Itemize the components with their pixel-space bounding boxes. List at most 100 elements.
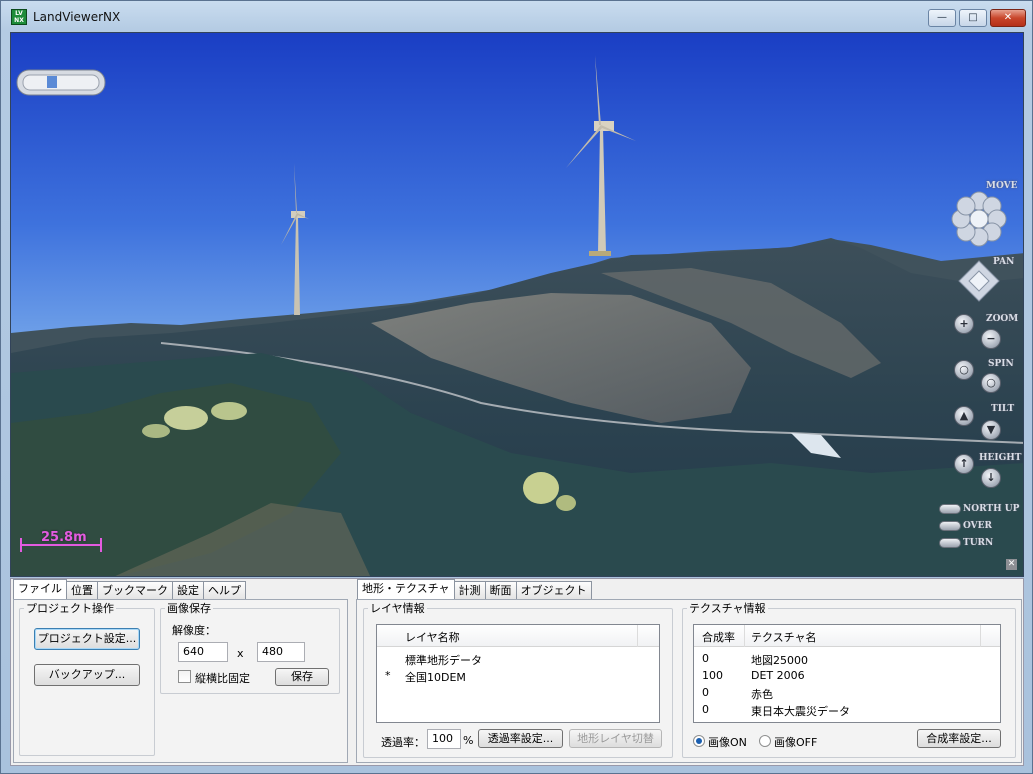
tab-bookmark[interactable]: ブックマーク (97, 581, 173, 599)
compass-icon (16, 69, 106, 96)
right-tab-bar: 地形・テクスチャ 計測 断面 オブジェクト (357, 579, 592, 599)
texture-row[interactable]: 0 赤色 (694, 684, 1000, 701)
texture-name: 地図25000 (751, 654, 808, 667)
tilt-down-button[interactable]: ▼ (981, 420, 1001, 440)
column-separator (980, 625, 981, 647)
over-button[interactable] (939, 521, 961, 531)
tab-help[interactable]: ヘルプ (203, 581, 246, 599)
texture-row[interactable]: 100 DET 2006 (694, 667, 1000, 684)
texture-rate: 0 (702, 686, 709, 699)
app-logo-icon: LV NX (11, 9, 27, 25)
tab-settings[interactable]: 設定 (172, 581, 204, 599)
tilt-up-button[interactable]: ▲ (954, 406, 974, 426)
layer-name-column[interactable]: レイヤ名称 (405, 629, 460, 645)
tab-terrain-texture[interactable]: 地形・テクスチャ (357, 579, 455, 599)
tree-patch (523, 472, 559, 504)
column-separator (744, 625, 745, 647)
image-on-radio[interactable] (693, 735, 705, 747)
scale-label: 25.8m (41, 530, 87, 545)
spin-left-button[interactable]: ○ (954, 360, 974, 380)
terrain-scene (11, 33, 1023, 576)
texture-rate: 0 (702, 703, 709, 716)
backup-button[interactable]: バックアップ... (34, 664, 140, 686)
turn-label: TURN (963, 538, 994, 548)
tab-object[interactable]: オブジェクト (515, 581, 592, 599)
zoom-in-button[interactable]: + (954, 314, 974, 334)
north-up-button[interactable] (939, 504, 961, 514)
tree-patch (211, 402, 247, 420)
layer-name: 全国10DEM (405, 671, 466, 684)
maximize-button[interactable]: □ (959, 9, 987, 27)
tab-position[interactable]: 位置 (66, 581, 98, 599)
texture-list[interactable]: 合成率 テクスチャ名 0 地図25000 100 DET 2006 0 赤色 0… (693, 624, 1001, 723)
image-off-radio[interactable] (759, 735, 771, 747)
height-input[interactable]: 480 (257, 642, 305, 662)
texture-row[interactable]: 0 東日本大震災データ (694, 701, 1000, 718)
image-save-legend: 画像保存 (167, 602, 211, 615)
project-settings-button[interactable]: プロジェクト設定... (34, 628, 140, 650)
spin-label: SPIN (988, 359, 1014, 369)
aspect-lock-checkbox[interactable] (178, 670, 191, 683)
app-window: LV NX LandViewerNX — □ ✕ MOVE PAN ZOOM +… (0, 0, 1033, 774)
left-tab-bar: ファイル 位置 ブックマーク 設定 ヘルプ (13, 579, 246, 599)
rate-column[interactable]: 合成率 (702, 629, 735, 645)
save-button[interactable]: 保存 (275, 668, 329, 686)
zoom-label: ZOOM (986, 314, 1019, 324)
opacity-input[interactable]: 100 (427, 729, 461, 749)
resolution-label: 解像度： (172, 624, 216, 637)
terrain-3d-viewport[interactable]: MOVE PAN ZOOM + − SPIN ○ ○ TILT ▲ ▼ HEIG… (10, 32, 1024, 577)
bottom-panel: ファイル 位置 ブックマーク 設定 ヘルプ プロジェクト操作 プロジェクト設定.… (10, 578, 1024, 766)
over-label: OVER (963, 521, 993, 531)
height-down-button[interactable]: ↓ (981, 468, 1001, 488)
tilt-label: TILT (991, 404, 1015, 414)
move-control[interactable] (951, 191, 1007, 247)
tree-patch (142, 424, 170, 438)
tree-patch (164, 406, 208, 430)
column-separator (637, 625, 638, 647)
texture-name-column[interactable]: テクスチャ名 (751, 629, 817, 645)
image-off-label: 画像OFF (774, 736, 818, 749)
aspect-lock-label: 縦横比固定 (195, 672, 250, 685)
texture-name: 赤色 (751, 688, 773, 701)
pan-label: PAN (993, 257, 1015, 267)
title-bar[interactable]: LV NX LandViewerNX — □ ✕ (1, 1, 1032, 33)
times-label: x (237, 647, 244, 660)
layer-list[interactable]: レイヤ名称 標準地形データ * 全国10DEM (376, 624, 660, 723)
texture-row[interactable]: 0 地図25000 (694, 650, 1000, 667)
close-button[interactable]: ✕ (990, 9, 1026, 27)
layer-row[interactable]: 標準地形データ (377, 650, 659, 667)
layer-row[interactable]: * 全国10DEM (377, 667, 659, 684)
tab-file[interactable]: ファイル (13, 579, 67, 599)
height-label: HEIGHT (979, 453, 1022, 463)
layer-name: 標準地形データ (405, 654, 482, 667)
window-title: LandViewerNX (33, 10, 121, 24)
zoom-out-button[interactable]: − (981, 329, 1001, 349)
terrain-layer-switch-button[interactable]: 地形レイヤ切替 (569, 729, 662, 748)
texture-name: DET 2006 (751, 669, 805, 682)
layer-info-legend: レイヤ情報 (370, 602, 425, 615)
project-legend: プロジェクト操作 (26, 602, 114, 615)
tree-patch (556, 495, 576, 511)
layer-list-header: レイヤ名称 (377, 625, 659, 647)
rate-settings-button[interactable]: 合成率設定... (917, 729, 1001, 748)
image-on-label: 画像ON (708, 736, 747, 749)
percent-label: % (463, 734, 474, 747)
terrain-texture-panel: レイヤ情報 レイヤ名称 標準地形データ * 全国10DEM 透過率： 100 % (356, 599, 1022, 763)
opacity-settings-button[interactable]: 透過率設定... (478, 729, 563, 748)
texture-list-header: 合成率 テクスチャ名 (694, 625, 1000, 647)
texture-name: 東日本大震災データ (751, 705, 850, 718)
minimize-button[interactable]: — (928, 9, 956, 27)
north-up-label: NORTH UP (963, 504, 1020, 514)
texture-rate: 100 (702, 669, 723, 682)
width-input[interactable]: 640 (178, 642, 228, 662)
viewport-close-icon[interactable]: ✕ (1006, 559, 1017, 570)
turn-button[interactable] (939, 538, 961, 548)
tab-section[interactable]: 断面 (484, 581, 517, 599)
layer-mark: * (385, 669, 391, 682)
move-label: MOVE (986, 181, 1018, 191)
file-panel: プロジェクト操作 プロジェクト設定... バックアップ... 画像保存 解像度：… (13, 599, 348, 763)
texture-info-legend: テクスチャ情報 (689, 602, 766, 615)
height-up-button[interactable]: ↑ (954, 454, 974, 474)
tab-measure[interactable]: 計測 (453, 581, 486, 599)
spin-right-button[interactable]: ○ (981, 373, 1001, 393)
